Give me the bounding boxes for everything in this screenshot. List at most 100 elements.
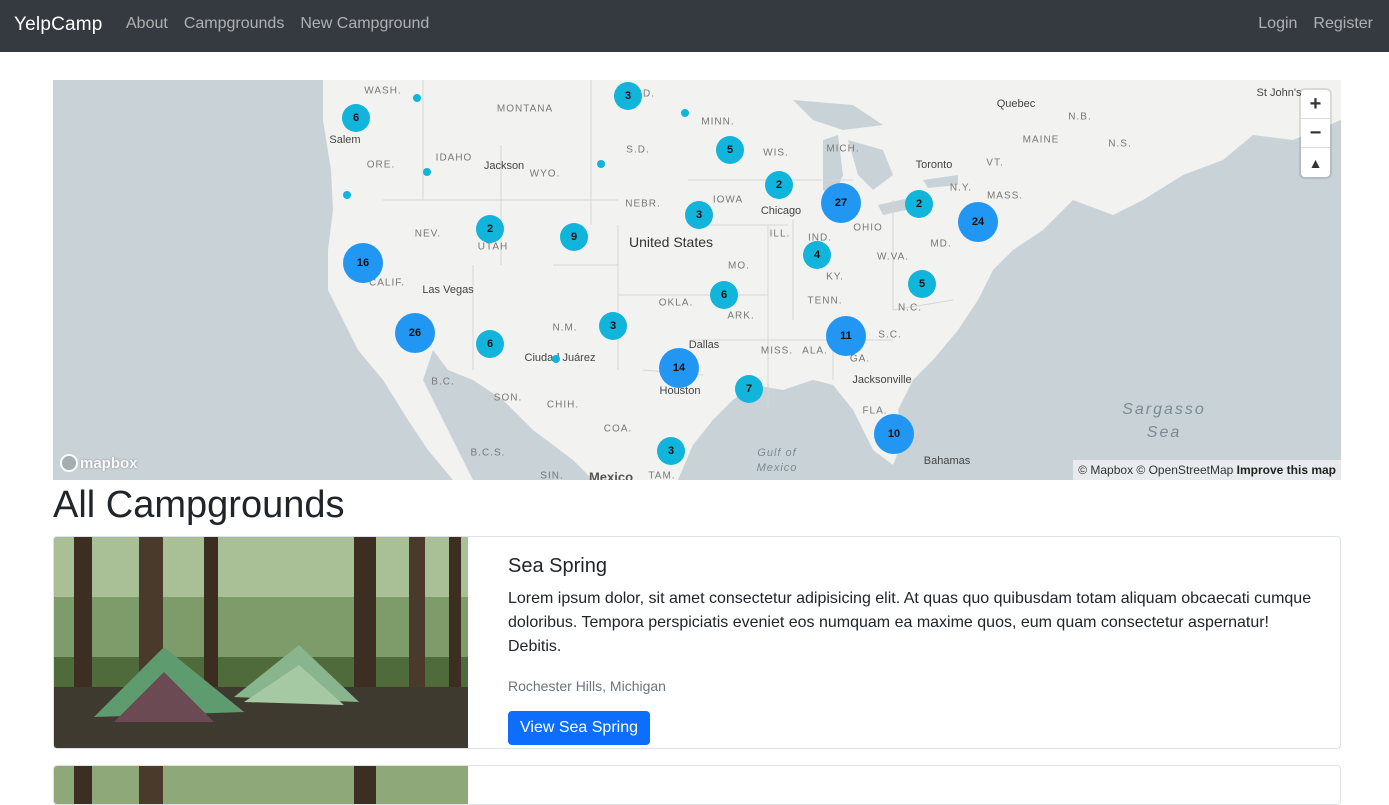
label-ohio: OHIO bbox=[853, 222, 883, 234]
mapbox-logo-text: mapbox bbox=[80, 454, 138, 472]
label-tenn: TENN. bbox=[807, 295, 843, 307]
map-cluster[interactable]: 2 bbox=[905, 190, 933, 218]
campground-image bbox=[54, 766, 468, 804]
campground-card: Sea Spring Lorem ipsum dolor, sit amet c… bbox=[53, 536, 1341, 749]
label-nev: NEV. bbox=[414, 228, 442, 240]
label-mexico: Mexico bbox=[588, 469, 634, 481]
map-cluster[interactable]: 24 bbox=[958, 202, 998, 242]
map-cluster[interactable]: 6 bbox=[342, 104, 370, 132]
city-jackson: Jackson bbox=[483, 160, 525, 172]
label-wyo: WYO. bbox=[529, 168, 561, 180]
label-sc: S.C. bbox=[878, 329, 902, 341]
map-cluster[interactable]: 2 bbox=[765, 171, 793, 199]
label-tam: TAM. bbox=[648, 470, 676, 481]
label-sd: S.D. bbox=[626, 144, 650, 156]
brand-link[interactable]: YelpCamp bbox=[14, 14, 103, 36]
label-wis: WIS. bbox=[763, 147, 789, 159]
label-nm: N.M. bbox=[552, 322, 578, 334]
zoom-in-button[interactable]: + bbox=[1301, 90, 1330, 119]
city-st-johns: St John's bbox=[1256, 87, 1302, 99]
label-ky: KY. bbox=[826, 271, 844, 283]
city-bahamas: Bahamas bbox=[923, 455, 971, 467]
map-cluster[interactable]: 7 bbox=[735, 375, 763, 403]
attribution-text[interactable]: © Mapbox © OpenStreetMap bbox=[1078, 463, 1233, 477]
map-cluster[interactable]: 6 bbox=[476, 330, 504, 358]
city-dallas: Dallas bbox=[688, 339, 720, 351]
label-vt: VT. bbox=[986, 157, 1004, 169]
campground-point[interactable] bbox=[413, 94, 421, 102]
improve-map-link[interactable]: Improve this map bbox=[1237, 463, 1336, 477]
label-fla: FLA. bbox=[862, 405, 888, 417]
map-cluster[interactable]: 3 bbox=[599, 312, 627, 340]
mapbox-logo[interactable]: mapbox bbox=[60, 454, 138, 472]
view-campground-button[interactable]: View Sea Spring bbox=[508, 711, 650, 745]
campground-description: Lorem ipsum dolor, sit amet consectetur … bbox=[508, 590, 1312, 655]
nav-links: About Campgrounds New Campground bbox=[126, 15, 429, 33]
map-cluster[interactable]: 10 bbox=[874, 414, 914, 454]
campground-title: Sea Spring bbox=[508, 555, 607, 577]
map-cluster[interactable]: 14 bbox=[659, 348, 699, 388]
label-idaho: IDAHO bbox=[435, 152, 473, 164]
map-cluster[interactable]: 6 bbox=[710, 281, 738, 309]
nav-register[interactable]: Register bbox=[1313, 15, 1373, 33]
campground-point[interactable] bbox=[343, 191, 351, 199]
city-toronto: Toronto bbox=[915, 159, 953, 171]
city-ciudad-juarez: Ciudad Juárez bbox=[524, 352, 596, 364]
label-ill: ILL. bbox=[769, 228, 791, 240]
campground-point[interactable] bbox=[552, 355, 560, 363]
map-cluster[interactable]: 11 bbox=[826, 316, 866, 356]
map-cluster[interactable]: 3 bbox=[614, 82, 642, 110]
card-body: Sea Spring Lorem ipsum dolor, sit amet c… bbox=[508, 555, 1323, 745]
mapbox-logo-icon bbox=[60, 454, 78, 472]
label-nebr: NEBR. bbox=[625, 198, 661, 210]
campground-image bbox=[54, 537, 468, 748]
label-ark: ARK. bbox=[727, 310, 755, 322]
label-nc: N.C. bbox=[898, 302, 922, 314]
map-cluster[interactable]: 16 bbox=[343, 243, 383, 283]
campground-location: Rochester Hills, Michigan bbox=[508, 678, 666, 694]
zoom-out-button[interactable]: − bbox=[1301, 119, 1330, 148]
label-ny: N.Y. bbox=[949, 182, 973, 194]
label-ga: GA. bbox=[849, 353, 871, 365]
campground-point[interactable] bbox=[681, 109, 689, 117]
label-montana: MONTANA bbox=[496, 103, 554, 115]
label-united-states: United States bbox=[628, 234, 714, 250]
campground-point[interactable] bbox=[597, 160, 605, 168]
label-iowa: IOWA bbox=[712, 194, 744, 206]
nav-about[interactable]: About bbox=[126, 15, 168, 33]
map-cluster[interactable]: 3 bbox=[685, 201, 713, 229]
map-attribution: © Mapbox © OpenStreetMap Improve this ma… bbox=[1073, 460, 1341, 480]
auth-links: Login Register bbox=[1258, 15, 1373, 33]
label-ala: ALA. bbox=[802, 345, 828, 357]
map-cluster[interactable]: 27 bbox=[821, 183, 861, 223]
label-nb: N.B. bbox=[1068, 111, 1092, 123]
nav-new-campground[interactable]: New Campground bbox=[300, 15, 429, 33]
map-cluster[interactable]: 9 bbox=[560, 223, 588, 251]
campground-card-next bbox=[53, 765, 1341, 805]
city-jacksonville: Jacksonville bbox=[852, 374, 912, 386]
label-ns: N.S. bbox=[1108, 138, 1132, 150]
map-cluster[interactable]: 5 bbox=[908, 270, 936, 298]
navbar: YelpCamp About Campgrounds New Campgroun… bbox=[0, 0, 1389, 52]
label-sin: SIN. bbox=[540, 470, 564, 481]
nav-campgrounds[interactable]: Campgrounds bbox=[184, 15, 285, 33]
map-cluster[interactable]: 26 bbox=[395, 313, 435, 353]
label-okla: OKLA. bbox=[658, 297, 694, 309]
label-bc: B.C. bbox=[431, 376, 455, 388]
map-cluster[interactable]: 4 bbox=[803, 241, 831, 269]
nav-login[interactable]: Login bbox=[1258, 15, 1297, 33]
map-cluster[interactable]: 3 bbox=[657, 437, 685, 465]
label-wash: WASH. bbox=[364, 85, 402, 97]
campground-point[interactable] bbox=[423, 168, 431, 176]
compass-button[interactable]: ▲ bbox=[1301, 148, 1330, 177]
label-bcs: B.C.S. bbox=[470, 447, 506, 459]
map-cluster[interactable]: 5 bbox=[716, 136, 744, 164]
label-minn: MINN. bbox=[701, 116, 735, 128]
label-sargasso: Sargasso bbox=[1122, 401, 1206, 418]
label-gulf-of: Gulf of bbox=[757, 447, 797, 459]
label-md: MD. bbox=[930, 238, 952, 250]
map-cluster[interactable]: 2 bbox=[476, 215, 504, 243]
cluster-map[interactable]: WASH. MONTANA ORE. IDAHO WYO. NEV. UTAH … bbox=[53, 80, 1341, 480]
map-navigation-control: + − ▲ bbox=[1301, 90, 1330, 177]
label-coa: COA. bbox=[603, 423, 633, 435]
